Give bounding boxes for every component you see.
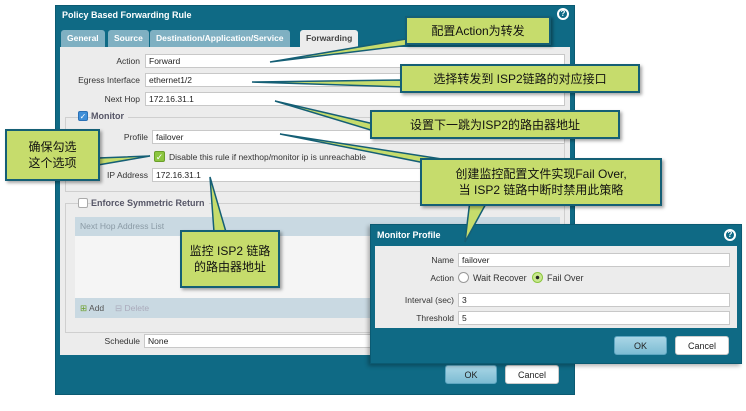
- callout-text: 配置Action为转发: [431, 23, 525, 38]
- callout-ip: 监控 ISP2 链路 的路由器地址: [180, 230, 280, 288]
- pointer-action: [269, 37, 420, 63]
- callout-action: 配置Action为转发: [405, 16, 551, 45]
- pointer-egress: [251, 79, 405, 88]
- callout-text: 选择转发到 ISP2链路的对应接口: [433, 71, 607, 86]
- callout-next-hop: 设置下一跳为ISP2的路由器地址: [370, 110, 620, 139]
- callout-checkbox: 确保勾选 这个选项: [5, 129, 100, 181]
- pointer-disable: [97, 155, 151, 166]
- callout-text: 这个选项: [28, 156, 77, 170]
- callout-egress: 选择转发到 ISP2链路的对应接口: [400, 64, 640, 93]
- callout-text: 创建监控配置文件实现Fail Over,: [455, 167, 627, 181]
- callout-text: 当 ISP2 链路中断时禁用此策略: [458, 183, 624, 197]
- callout-monitor-profile: 创建监控配置文件实现Fail Over, 当 ISP2 链路中断时禁用此策略: [420, 158, 662, 206]
- callout-text: 确保勾选: [28, 140, 77, 154]
- pointer-next-hop: [274, 100, 375, 133]
- pointer-ip: [209, 176, 227, 233]
- callout-text: 监控 ISP2 链路: [189, 244, 271, 258]
- callout-text: 的路由器地址: [193, 260, 266, 274]
- callout-text: 设置下一跳为ISP2的路由器地址: [409, 117, 581, 132]
- pointer-monitor-profile: [464, 199, 490, 243]
